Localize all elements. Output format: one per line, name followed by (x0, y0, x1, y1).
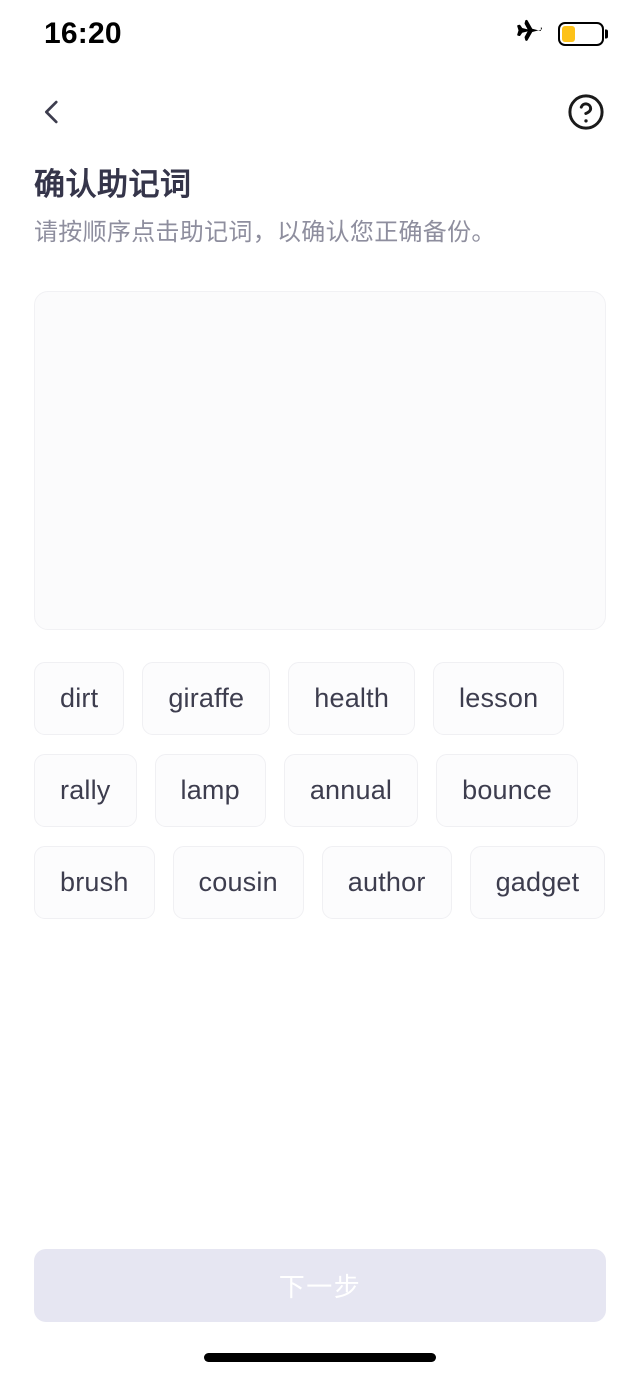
header-block: 确认助记词 请按顺序点击助记词，以确认您正确备份。 (34, 166, 614, 249)
status-bar-indicators (514, 17, 604, 52)
word-chip[interactable]: cousin (172, 846, 304, 919)
battery-fill (562, 26, 576, 42)
page-subtitle: 请按顺序点击助记词，以确认您正确备份。 (34, 218, 496, 246)
question-mark-circle-icon (565, 91, 607, 138)
word-chip[interactable]: health (288, 662, 416, 735)
next-step-button[interactable]: 下一步 (34, 1249, 606, 1322)
phone-screen: 16:20 确认助记词 请按顺序点击助记词，以确认您正确备份。 dirt gir… (0, 0, 640, 1385)
word-pool: dirt giraffe health lesson rally lamp annual bo… (34, 662, 612, 919)
back-button[interactable] (24, 86, 80, 142)
selected-words-list (35, 292, 605, 328)
battery-icon (558, 22, 604, 46)
word-chip[interactable]: bounce (436, 754, 578, 827)
word-chip[interactable]: dirt (34, 662, 125, 735)
chevron-left-icon (35, 95, 69, 134)
status-bar-time: 16:20 (44, 17, 122, 50)
airplane-icon (514, 17, 544, 52)
page-title: 确认助记词 (34, 167, 192, 202)
word-chip[interactable]: author (321, 846, 452, 919)
word-chip[interactable]: brush (34, 846, 155, 919)
word-chip[interactable]: gadget (469, 846, 606, 919)
word-chip[interactable]: giraffe (142, 662, 271, 735)
help-button[interactable] (558, 86, 614, 142)
navigation-bar (0, 78, 640, 150)
word-chip[interactable]: lesson (433, 662, 565, 735)
selected-words-area[interactable] (34, 291, 606, 630)
status-bar: 16:20 (0, 0, 640, 64)
word-chip[interactable]: annual (283, 754, 419, 827)
home-indicator (204, 1353, 436, 1362)
word-chip[interactable]: lamp (154, 754, 266, 827)
word-chip[interactable]: rally (34, 754, 137, 827)
